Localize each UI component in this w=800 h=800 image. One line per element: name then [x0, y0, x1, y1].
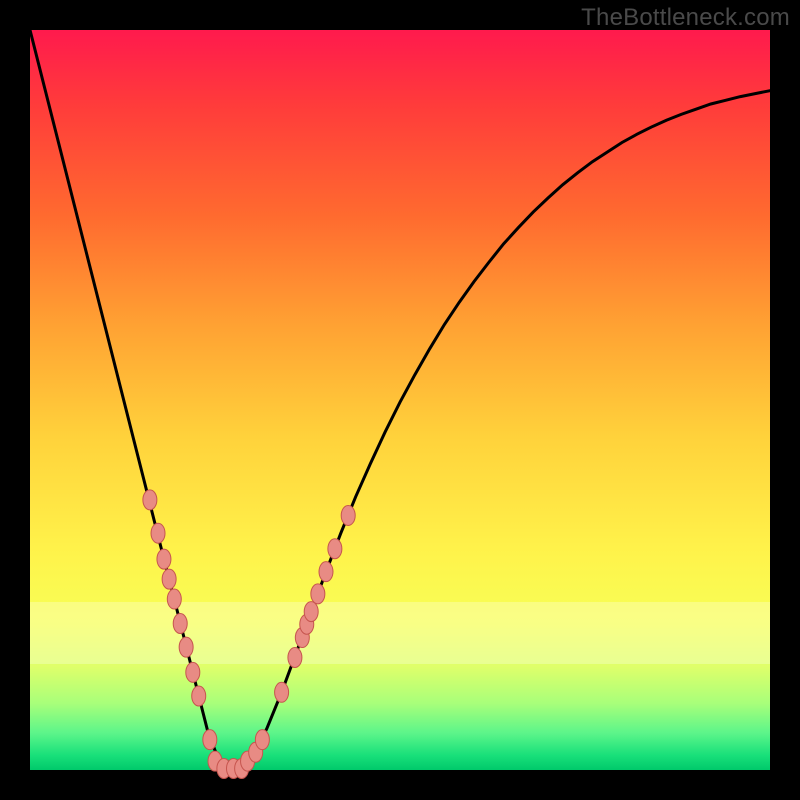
data-marker [304, 602, 318, 622]
data-marker [341, 505, 355, 525]
data-marker [157, 549, 171, 569]
data-marker [288, 648, 302, 668]
data-marker [203, 730, 217, 750]
curve-layer [30, 30, 770, 770]
data-marker [311, 584, 325, 604]
curve-right-path [230, 91, 770, 770]
data-marker [173, 613, 187, 633]
data-marker [162, 569, 176, 589]
chart-frame: TheBottleneck.com [0, 0, 800, 800]
data-marker [151, 523, 165, 543]
curve-right [230, 91, 770, 770]
marker-layer [143, 490, 355, 779]
data-marker [186, 662, 200, 682]
data-marker [275, 682, 289, 702]
curve-left-path [30, 30, 230, 770]
data-marker [167, 589, 181, 609]
watermark-text: TheBottleneck.com [581, 4, 790, 32]
data-marker [328, 539, 342, 559]
data-marker [255, 730, 269, 750]
data-marker [143, 490, 157, 510]
data-marker [192, 686, 206, 706]
data-marker [319, 562, 333, 582]
data-marker [179, 637, 193, 657]
curve-left [30, 30, 230, 770]
